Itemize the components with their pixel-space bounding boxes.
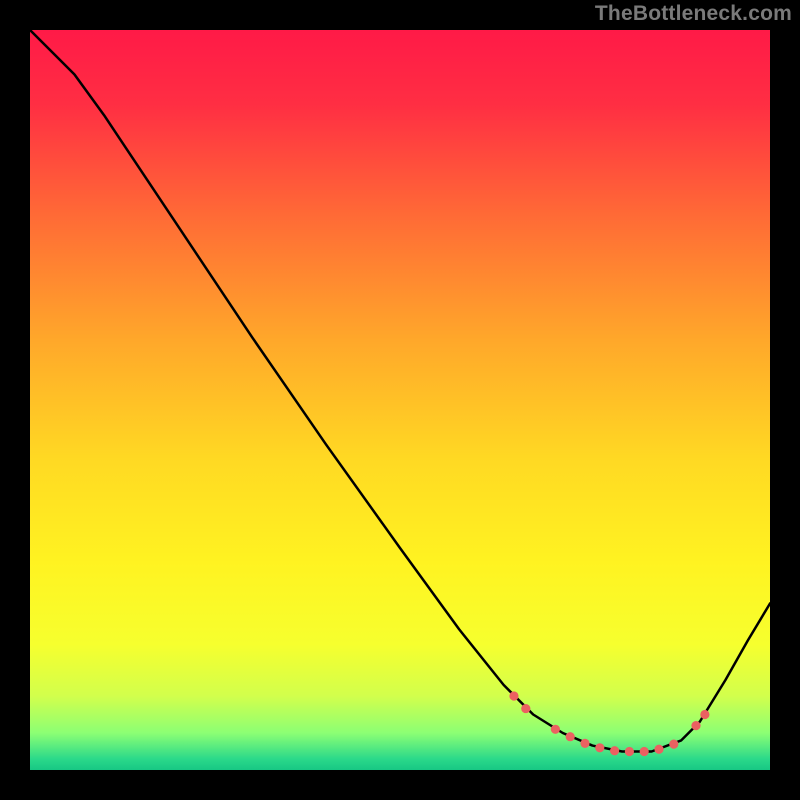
highlight-point (700, 710, 709, 719)
highlight-point (509, 691, 518, 700)
highlight-point (610, 746, 619, 755)
chart-stage: { "watermark": "TheBottleneck.com", "plo… (0, 0, 800, 800)
bottleneck-chart (0, 0, 800, 800)
highlight-point (551, 725, 560, 734)
highlight-point (580, 739, 589, 748)
watermark-label: TheBottleneck.com (595, 2, 792, 26)
highlight-point (669, 740, 678, 749)
gradient-background (30, 30, 770, 770)
highlight-point (640, 747, 649, 756)
highlight-point (566, 732, 575, 741)
highlight-point (625, 747, 634, 756)
highlight-point (595, 743, 604, 752)
highlight-point (521, 704, 530, 713)
highlight-point (654, 745, 663, 754)
highlight-point (691, 721, 700, 730)
